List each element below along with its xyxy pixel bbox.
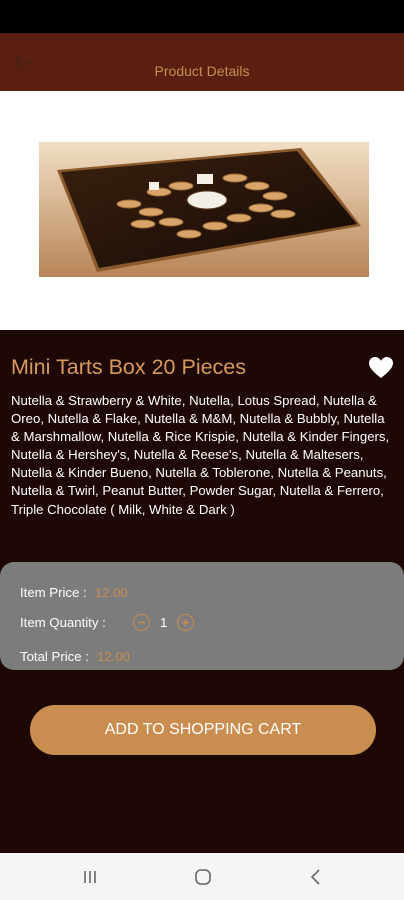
- system-nav-bar: [0, 853, 404, 900]
- recents-button[interactable]: [78, 865, 102, 889]
- item-price-row: Item Price : 12.00: [20, 585, 128, 600]
- increment-button[interactable]: [177, 614, 194, 631]
- product-description: Nutella & Strawberry & White, Nutella, L…: [11, 393, 390, 517]
- item-quantity-label: Item Quantity :: [20, 615, 106, 630]
- heart-icon: [369, 357, 393, 378]
- nav-back-button[interactable]: [304, 865, 328, 889]
- back-button[interactable]: [6, 46, 38, 78]
- product-image-area: [0, 91, 404, 330]
- status-bar: [0, 0, 404, 33]
- total-price-row: Total Price : 12.00: [20, 649, 130, 664]
- arrow-left-icon: [14, 55, 30, 69]
- item-price-value: 12.00: [94, 585, 128, 600]
- home-icon: [195, 869, 211, 885]
- favorite-button[interactable]: [368, 356, 394, 380]
- product-details-screen: Product Details Mini Tarts Box 20 Pieces…: [0, 0, 404, 900]
- quantity-value: 1: [160, 615, 168, 630]
- plus-circle-icon: [182, 619, 189, 626]
- total-price-label: Total Price :: [20, 649, 89, 664]
- product-image: [39, 142, 369, 277]
- total-price-value: 12.00: [96, 649, 130, 664]
- item-price-label: Item Price :: [20, 585, 87, 600]
- decrement-button[interactable]: [133, 614, 150, 631]
- price-card: Item Price : 12.00 Item Quantity : 1 Tota…: [0, 562, 404, 670]
- product-name: Mini Tarts Box 20 Pieces: [11, 355, 247, 379]
- app-bar: Product Details: [0, 33, 404, 91]
- back-chevron-icon: [310, 869, 320, 885]
- add-to-cart-button[interactable]: ADD TO SHOPPING CART: [30, 705, 376, 755]
- minus-circle-icon: [138, 621, 145, 624]
- home-button[interactable]: [191, 865, 215, 889]
- app-title: Product Details: [154, 63, 250, 79]
- recents-icon: [84, 871, 96, 883]
